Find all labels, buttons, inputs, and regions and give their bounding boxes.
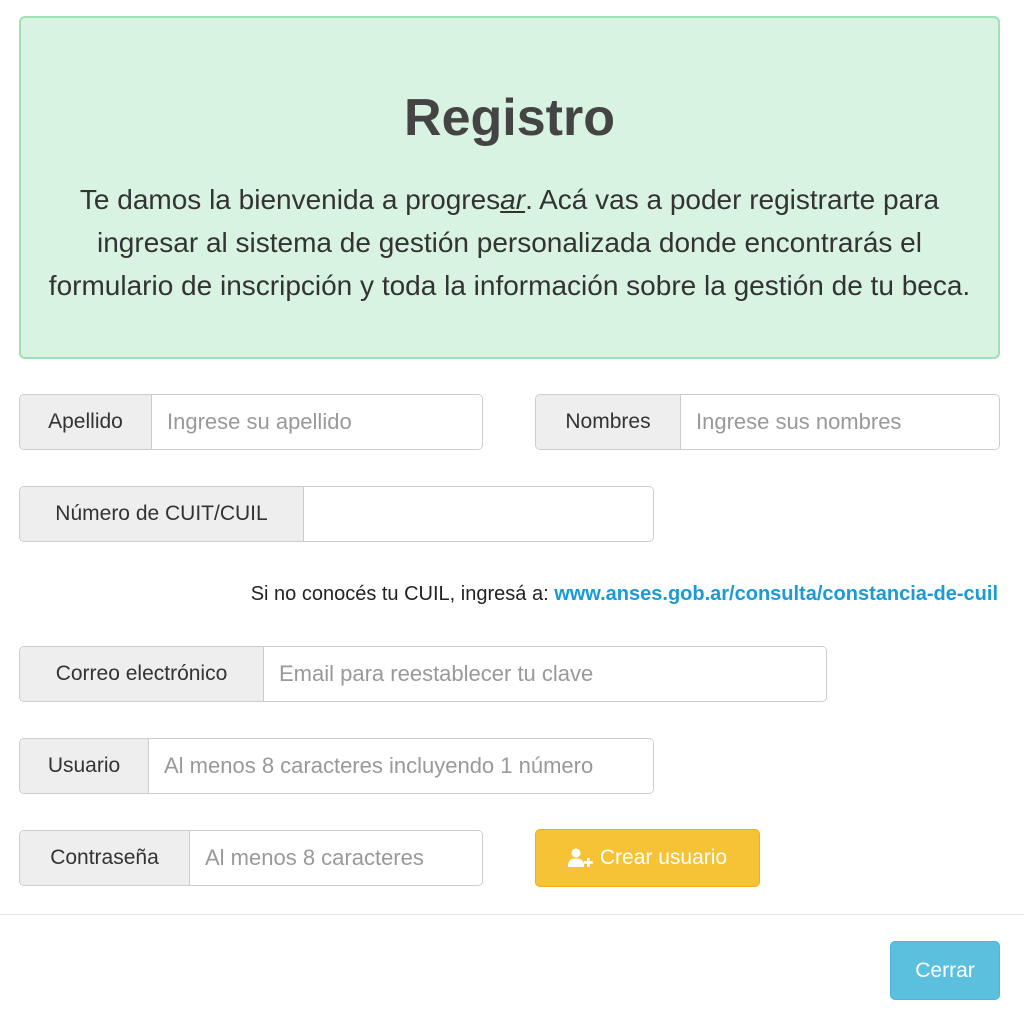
- usuario-input[interactable]: [149, 739, 653, 793]
- create-user-label: Crear usuario: [599, 846, 728, 869]
- password-group: Contraseña: [19, 830, 483, 886]
- password-input[interactable]: [190, 831, 482, 885]
- apellido-input[interactable]: [152, 395, 482, 449]
- usuario-group: Usuario: [19, 738, 654, 794]
- cuit-input[interactable]: [304, 487, 653, 541]
- nombres-label: Nombres: [536, 395, 681, 449]
- welcome-message: Te damos la bienvenida a progresar. Acá …: [47, 178, 972, 307]
- welcome-banner: Registro Te damos la bienvenida a progre…: [19, 16, 1000, 359]
- welcome-text-start: Te damos la bienvenida a progres: [79, 184, 501, 215]
- brand-suffix: ar: [500, 184, 526, 215]
- close-button[interactable]: Cerrar: [890, 941, 1000, 1000]
- apellido-group: Apellido: [19, 394, 483, 450]
- cuil-help-label: Si no conocés tu CUIL, ingresá a:: [250, 583, 555, 605]
- anses-cuil-link[interactable]: www.anses.gob.ar/consulta/constancia-de-…: [554, 583, 998, 605]
- nombres-group: Nombres: [535, 394, 1000, 450]
- nombres-input[interactable]: [681, 395, 999, 449]
- cuit-label: Número de CUIT/CUIL: [20, 487, 304, 541]
- apellido-label: Apellido: [20, 395, 152, 449]
- email-label: Correo electrónico: [20, 647, 264, 701]
- footer-divider: [0, 914, 1024, 915]
- usuario-label: Usuario: [20, 739, 149, 793]
- page-title: Registro: [404, 89, 615, 147]
- email-group: Correo electrónico: [19, 646, 827, 702]
- email-input[interactable]: [264, 647, 826, 701]
- password-label: Contraseña: [20, 831, 190, 885]
- create-user-button[interactable]: Crear usuario: [535, 829, 760, 887]
- cuil-help-text: Si no conocés tu CUIL, ingresá a: www.an…: [251, 583, 998, 606]
- cuit-group: Número de CUIT/CUIL: [19, 486, 654, 542]
- user-plus-icon: [567, 848, 594, 868]
